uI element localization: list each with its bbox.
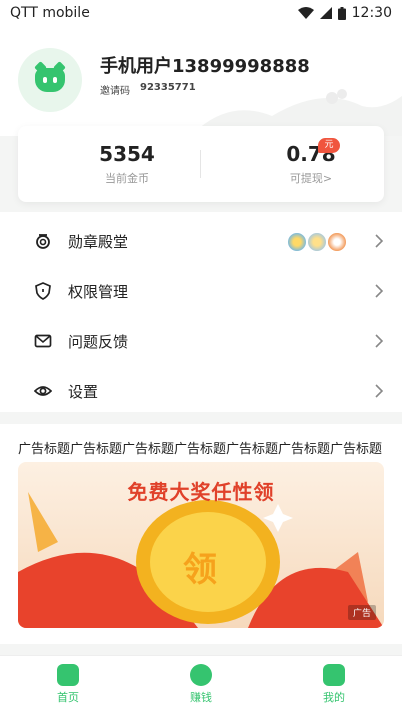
- tab-label-mine: 我的: [323, 691, 345, 704]
- bottom-tab-bar: 首页 赚钱 我的: [0, 655, 402, 707]
- coin-icon: [190, 664, 212, 686]
- ad-section: 广告标题广告标题广告标题广告标题广告标题广告标题广告标题 免费大奖任性领 领 广…: [0, 424, 402, 644]
- avatar[interactable]: [18, 48, 82, 112]
- tab-label-earn: 赚钱: [190, 691, 212, 704]
- menu-item-medal-hall[interactable]: 勋章殿堂: [0, 216, 402, 266]
- yuan-badge: 元: [318, 138, 340, 153]
- tab-home[interactable]: 首页: [28, 664, 108, 705]
- profile-icon: [323, 664, 345, 686]
- medal-icon: [36, 234, 50, 249]
- menu-label-permissions: 权限管理: [68, 282, 129, 301]
- avatar-face-icon: [35, 68, 65, 92]
- invite-code-row: 邀请码 92335771: [100, 82, 196, 97]
- menu-label-settings: 设置: [68, 382, 99, 401]
- ad-banner[interactable]: 免费大奖任性领 领 广告: [18, 462, 384, 628]
- cash-stat[interactable]: 0.78 可提现>: [236, 142, 386, 186]
- home-icon: [57, 664, 79, 686]
- wifi-icon: [297, 7, 314, 19]
- shield-icon: [35, 282, 51, 300]
- menu-label-medal-hall: 勋章殿堂: [68, 232, 129, 251]
- tab-label-home: 首页: [57, 691, 79, 704]
- chevron-right-icon: [375, 284, 384, 298]
- user-name: 手机用户13899998888: [100, 56, 310, 77]
- coins-label: 当前金币: [105, 172, 149, 185]
- menu-label-feedback: 问题反馈: [68, 332, 129, 351]
- status-indicators: 12:30: [297, 5, 392, 21]
- clock-label: 12:30: [351, 5, 392, 21]
- menu-list: 勋章殿堂 权限管理 问题反馈 设置: [0, 212, 402, 412]
- ad-headline: 免费大奖任性领: [127, 480, 275, 504]
- coins-stat[interactable]: 5354 当前金币: [52, 142, 202, 186]
- menu-item-settings[interactable]: 设置: [0, 366, 402, 416]
- invite-code[interactable]: 92335771: [140, 82, 196, 97]
- mail-icon: [34, 334, 52, 348]
- coins-value: 5354: [99, 142, 155, 166]
- invite-label: 邀请码: [100, 86, 130, 97]
- stats-divider: [200, 150, 201, 178]
- tab-earn[interactable]: 赚钱: [161, 664, 241, 705]
- status-bar: QTT mobile 12:30: [0, 0, 402, 26]
- chevron-right-icon: [375, 334, 384, 348]
- menu-item-permissions[interactable]: 权限管理: [0, 266, 402, 316]
- medal-badges: [286, 231, 350, 253]
- medal-badge-icon: [326, 231, 348, 253]
- medal-badge-icon: [306, 231, 328, 253]
- ad-title[interactable]: 广告标题广告标题广告标题广告标题广告标题广告标题广告标题: [18, 438, 384, 457]
- tab-mine[interactable]: 我的: [294, 664, 374, 705]
- chevron-right-icon: [375, 234, 384, 248]
- medal-badge-icon: [286, 231, 308, 253]
- signal-icon: [319, 7, 332, 19]
- profile-header: 手机用户13899998888 邀请码 92335771: [0, 26, 402, 136]
- eye-settings-icon: [34, 386, 52, 396]
- carrier-label: QTT mobile: [10, 5, 90, 21]
- ad-tag: 广告: [347, 605, 376, 620]
- withdraw-link[interactable]: 可提现>: [236, 170, 386, 186]
- cash-value: 0.78: [286, 142, 336, 166]
- chevron-right-icon: [375, 384, 384, 398]
- battery-icon: [337, 6, 346, 20]
- ad-coin-label: 领: [183, 550, 217, 590]
- menu-item-feedback[interactable]: 问题反馈: [0, 316, 402, 366]
